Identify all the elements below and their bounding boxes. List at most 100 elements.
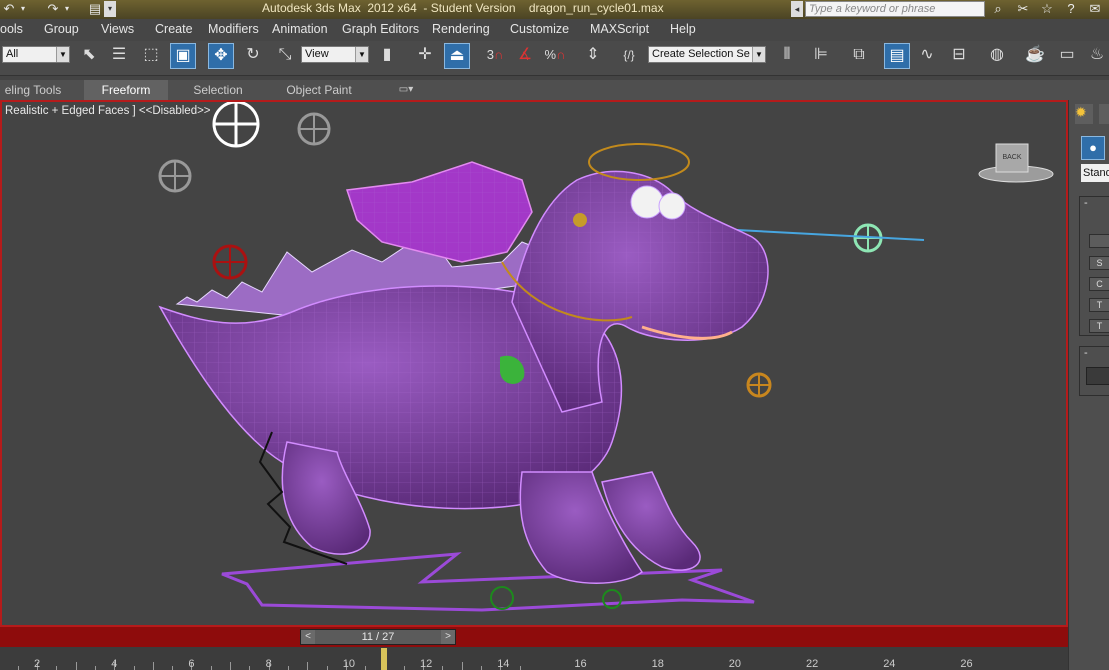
pivot-center-icon[interactable]: ▮ (374, 43, 400, 69)
angle-snap-icon[interactable]: ∡ (512, 43, 538, 69)
modify-tab-icon[interactable] (1099, 104, 1109, 124)
ruler-label: 18 (651, 658, 664, 670)
ruler-tick (442, 666, 444, 670)
object-type-button[interactable]: C (1089, 277, 1109, 291)
align-icon[interactable]: ⊫ (808, 43, 834, 69)
track-bar-ruler[interactable]: 2 4 6 8 10 12 14 16 18 20 22 24 26 (0, 647, 1109, 670)
object-type-button[interactable]: S (1089, 256, 1109, 270)
search-input[interactable]: Type a keyword or phrase (805, 1, 985, 17)
scale-icon[interactable]: ⤡ (272, 43, 298, 69)
rectangle-selection-icon[interactable]: ⬚ (138, 43, 164, 69)
menu-views[interactable]: Views (101, 22, 134, 36)
rollout-collapse-icon[interactable]: - (1084, 347, 1088, 359)
select-by-name-icon[interactable]: ☰ (106, 43, 132, 69)
named-selection-value: Create Selection Se (652, 48, 750, 60)
menu-graph-editors[interactable]: Graph Editors (342, 22, 419, 36)
ruler-label: 10 (342, 658, 356, 670)
ruler-tick (133, 666, 135, 670)
menu-rendering[interactable]: Rendering (432, 22, 490, 36)
star-icon[interactable]: ☆ (1036, 0, 1058, 18)
graphite-toggle-icon[interactable]: ▤ (884, 43, 910, 69)
rotate-icon[interactable]: ↻ (240, 43, 266, 69)
tab-selection[interactable]: Selection (176, 80, 260, 100)
viewport-scene (158, 102, 925, 612)
helper-circle-gray[interactable] (297, 112, 331, 146)
window-crossing-icon[interactable]: ▣ (170, 43, 196, 69)
name-field[interactable] (1086, 367, 1109, 385)
dragon-model[interactable] (158, 143, 769, 610)
menu-customize[interactable]: Customize (510, 22, 569, 36)
help-icon[interactable]: ? (1060, 0, 1082, 18)
object-type-dropdown[interactable]: Stand (1081, 164, 1109, 182)
tab-object-paint[interactable]: Object Paint (272, 80, 366, 100)
communication-icon[interactable]: ✉ (1084, 0, 1106, 18)
rendered-frame-icon[interactable]: ▭ (1054, 43, 1080, 69)
material-editor-icon[interactable]: ◍ (984, 43, 1010, 69)
render-production-icon[interactable]: ♨ (1084, 43, 1109, 69)
time-slider[interactable]: < 11 / 27 > (300, 629, 456, 645)
menu-help[interactable]: Help (670, 22, 696, 36)
percent-snap-icon[interactable]: %∩ (542, 43, 568, 69)
redo-dropdown-icon[interactable]: ▾ (58, 1, 76, 17)
layer-manager-icon[interactable]: ⧉ (846, 43, 872, 69)
menu-create[interactable]: Create (155, 22, 193, 36)
viewcube-face-label: BACK (1002, 154, 1022, 161)
spinner-snap-icon[interactable]: ⇕ (580, 43, 606, 69)
ruler-label: 4 (111, 658, 118, 670)
frame-display: 11 / 27 (361, 631, 395, 643)
selection-filter-dropdown[interactable]: All ▼ (2, 46, 70, 63)
helper-circle-white[interactable] (212, 102, 260, 148)
select-object-icon[interactable]: ⬉ (76, 43, 102, 69)
render-setup-icon[interactable]: ☕ (1022, 43, 1048, 69)
move-icon[interactable]: ✥ (208, 43, 234, 69)
ruler-tick (326, 666, 328, 670)
time-cursor[interactable] (381, 648, 387, 670)
time-slider-track[interactable] (0, 627, 1068, 647)
ruler-label: 22 (806, 658, 819, 670)
quick-access-dropdown-icon[interactable]: ▾ (104, 1, 116, 17)
menu-animation[interactable]: Animation (272, 22, 328, 36)
ruler-label: 8 (265, 658, 272, 670)
undo-dropdown-icon[interactable]: ▾ (14, 1, 32, 17)
helper-circle-gold[interactable] (746, 372, 772, 398)
ruler-tick (519, 666, 521, 670)
edit-named-selection-icon[interactable]: {/} (616, 43, 642, 69)
create-tab-icon[interactable]: ✹ (1075, 104, 1093, 124)
ruler-tick (56, 666, 58, 670)
selection-filter-value: All (6, 48, 19, 60)
helper-circle-red[interactable] (212, 244, 248, 280)
curve-editor-icon[interactable]: ∿ (914, 43, 940, 69)
menu-group[interactable]: Group (44, 22, 79, 36)
schematic-view-icon[interactable]: ⊟ (946, 43, 972, 69)
menu-maxscript[interactable]: MAXScript (590, 22, 649, 36)
chevron-down-icon: ▼ (752, 47, 765, 62)
object-type-button[interactable]: T (1089, 319, 1109, 333)
named-selection-dropdown[interactable]: Create Selection Se ▼ (648, 46, 766, 63)
snap-percent-label: % (544, 47, 557, 62)
menu-modifiers[interactable]: Modifiers (208, 22, 259, 36)
tab-freeform[interactable]: Freeform (84, 80, 168, 100)
tab-modeling-tools[interactable]: eling Tools (0, 80, 66, 100)
menu-tools[interactable]: ools (0, 22, 23, 36)
prev-frame-button[interactable]: < (301, 630, 315, 644)
ruler-label: 2 (34, 658, 41, 670)
open-file-icon[interactable]: ▤ (86, 1, 104, 17)
geometry-icon[interactable]: ● (1081, 136, 1105, 160)
mirror-icon[interactable]: ⫴ (774, 43, 800, 69)
binoculars-icon[interactable]: ⌕ (987, 0, 1009, 18)
snaps-toggle-icon[interactable]: 3∩ (482, 43, 508, 69)
object-type-button[interactable] (1089, 234, 1109, 248)
search-expand-icon[interactable]: ◂ (791, 1, 803, 17)
helper-circle-gray[interactable] (158, 159, 192, 193)
ribbon-options-icon[interactable]: ▭▾ (392, 80, 420, 100)
select-manipulate-icon[interactable]: ✛ (412, 43, 438, 69)
rollout-collapse-icon[interactable]: - (1084, 197, 1088, 209)
object-type-button[interactable]: T (1089, 298, 1109, 312)
keyboard-shortcut-icon[interactable]: ⏏ (444, 43, 470, 69)
next-frame-button[interactable]: > (441, 630, 455, 644)
perspective-viewport[interactable]: Realistic + Edged Faces ] <<Disabled>> B… (0, 100, 1068, 627)
reference-coord-dropdown[interactable]: View ▼ (301, 46, 369, 63)
viewcube[interactable]: BACK (978, 140, 1054, 184)
ruler-label: 20 (728, 658, 742, 670)
tools-icon[interactable]: ✂ (1012, 0, 1034, 18)
